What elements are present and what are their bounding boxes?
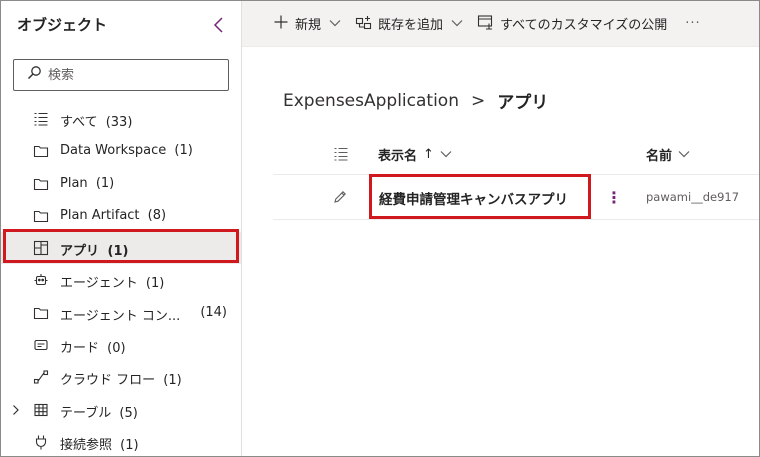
column-header-name[interactable]: 名前: [646, 145, 690, 164]
sidebar-title: オブジェクト: [17, 16, 108, 34]
app-grid-icon: [33, 240, 49, 256]
nav-item-connection-references[interactable]: 接続参照 (1): [1, 426, 241, 456]
search-box[interactable]: [13, 59, 229, 91]
table-icon: [33, 402, 49, 418]
more-actions-icon[interactable]: ⋮: [606, 188, 622, 207]
chevron-down-icon: [451, 16, 463, 31]
new-button-label: 新規: [295, 18, 322, 33]
add-existing-icon: [355, 14, 372, 34]
plus-icon: [273, 14, 289, 34]
nav-item-count: (1): [107, 244, 129, 260]
nav-item-label: Plan Artifact: [60, 207, 140, 223]
nav-item-count: (0): [107, 341, 126, 357]
nav-item-tables[interactable]: テーブル (5): [1, 394, 241, 426]
folder-icon: [33, 176, 49, 192]
nav-item-count: (1): [120, 437, 139, 453]
column-options-icon[interactable]: [333, 146, 349, 166]
nav-item-label: エージェント: [60, 276, 138, 292]
nav-item-count: (5): [119, 405, 138, 421]
nav-item-apps[interactable]: アプリ (1): [1, 232, 241, 265]
publish-all-button[interactable]: すべてのカスタマイズの公開: [477, 1, 667, 47]
edit-pencil-icon[interactable]: [333, 190, 347, 208]
nav-item-agent[interactable]: エージェント (1): [1, 264, 241, 296]
collapse-icon[interactable]: [211, 15, 227, 35]
nav-item-label: すべて: [60, 115, 98, 130]
table-row[interactable]: 経費申請管理キャンバスアプリ ⋮ pawami__de917: [273, 176, 759, 220]
bot-icon: [33, 272, 49, 288]
nav-item-label: アプリ: [60, 244, 100, 260]
grid-header: 表示名 ↑ 名前: [273, 135, 759, 175]
nav-item-count: (1): [174, 143, 193, 159]
nav-item-label: Plan: [60, 175, 88, 191]
nav-item-count: (1): [163, 373, 182, 389]
chevron-down-icon: [329, 16, 341, 31]
card-icon: [33, 337, 49, 353]
list-icon: [33, 111, 49, 127]
nav-item-label: 接続参照: [60, 437, 113, 453]
nav-item-count: (14): [200, 304, 227, 320]
nav-item-count: (1): [145, 276, 165, 292]
nav-item-plan[interactable]: Plan (1): [1, 168, 241, 200]
command-bar: 新規 既存を追加 すべてのカスタマイズの公開 ···: [242, 1, 759, 47]
object-nav-list: すべて (33) Data Workspace (1) Plan (1) Pla…: [1, 103, 241, 456]
nav-item-cloud-flows[interactable]: クラウド フロー (1): [1, 361, 241, 393]
new-button[interactable]: 新規: [273, 1, 341, 47]
page-title: アプリ: [497, 93, 549, 113]
breadcrumb: ExpensesApplication > アプリ: [283, 88, 549, 114]
breadcrumb-separator-icon: >: [471, 90, 486, 111]
app-display-name[interactable]: 経費申請管理キャンバスアプリ: [379, 188, 568, 208]
nav-item-data-workspace[interactable]: Data Workspace (1): [1, 135, 241, 167]
sidebar-header: オブジェクト: [1, 1, 241, 49]
nav-item-cards[interactable]: カード (0): [1, 329, 241, 361]
chevron-down-icon: [678, 147, 690, 162]
chevron-down-icon: [440, 147, 452, 162]
search-icon: [26, 65, 42, 85]
objects-sidebar: オブジェクト すべて (33): [1, 1, 242, 456]
add-existing-button[interactable]: 既存を追加: [355, 1, 463, 47]
nav-item-count: (1): [95, 175, 115, 191]
column-header-label: 名前: [646, 149, 673, 164]
breadcrumb-parent[interactable]: ExpensesApplication: [283, 91, 459, 111]
folder-icon: [33, 208, 49, 224]
nav-item-label: テーブル: [60, 405, 112, 421]
window-frame: オブジェクト すべて (33): [0, 0, 760, 457]
plug-icon: [33, 434, 49, 450]
column-header-label: 表示名: [378, 149, 418, 164]
more-commands-button[interactable]: ···: [685, 1, 700, 47]
nav-item-count: (8): [147, 207, 167, 223]
folder-icon: [33, 143, 49, 159]
nav-item-label: カード: [60, 341, 100, 357]
nav-item-plan-artifact[interactable]: Plan Artifact (8): [1, 200, 241, 232]
nav-item-count: (33): [105, 115, 133, 130]
app-schema-name: pawami__de917: [646, 190, 740, 204]
nav-item-agent-components[interactable]: エージェント コン... (14): [1, 297, 241, 329]
nav-item-all[interactable]: すべて (33): [1, 103, 241, 135]
folder-icon: [33, 305, 49, 321]
flow-icon: [33, 369, 49, 385]
nav-item-label: エージェント コン...: [60, 308, 181, 324]
search-input[interactable]: [48, 67, 218, 83]
sort-ascending-icon: ↑: [423, 147, 434, 162]
more-icon: ···: [685, 16, 701, 31]
nav-item-label: クラウド フロー: [60, 373, 156, 389]
add-existing-label: 既存を追加: [378, 18, 444, 33]
nav-item-label: Data Workspace: [60, 143, 167, 159]
column-header-display-name[interactable]: 表示名 ↑: [378, 145, 452, 164]
publish-icon: [477, 14, 494, 34]
publish-all-label: すべてのカスタマイズの公開: [500, 18, 668, 33]
chevron-right-icon[interactable]: [11, 404, 21, 420]
